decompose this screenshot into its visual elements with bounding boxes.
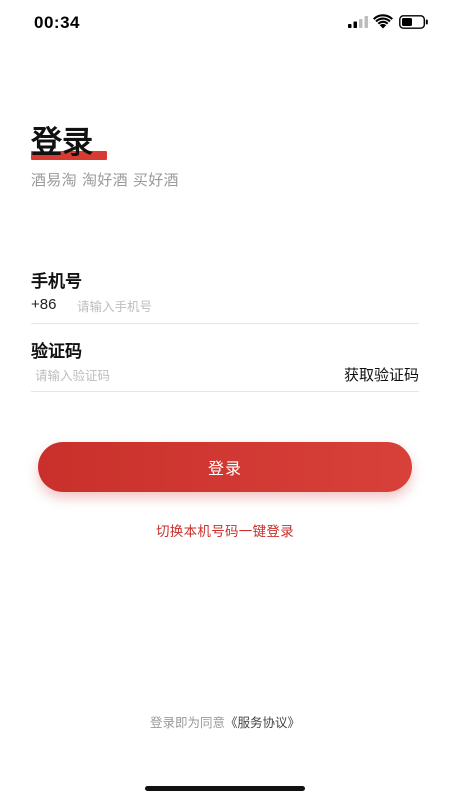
one-click-login-link[interactable]: 切换本机号码一键登录 bbox=[0, 520, 450, 540]
get-code-button[interactable]: 获取验证码 bbox=[344, 364, 419, 385]
wifi-icon bbox=[373, 14, 393, 29]
title-wrap: 登录 bbox=[31, 124, 93, 162]
agreement-prefix: 登录即为同意 bbox=[149, 715, 225, 730]
signal-icon bbox=[348, 16, 368, 28]
code-input[interactable] bbox=[35, 363, 295, 387]
code-row: 获取验证码 bbox=[31, 360, 419, 392]
battery-icon bbox=[399, 15, 428, 29]
home-indicator[interactable] bbox=[145, 786, 305, 791]
status-bar: 00:34 bbox=[0, 0, 450, 46]
phone-row: +86 bbox=[31, 292, 419, 324]
page-title: 登录 bbox=[31, 125, 93, 161]
phone-label: 手机号 bbox=[31, 272, 82, 292]
phone-input[interactable] bbox=[77, 294, 377, 318]
status-time: 00:34 bbox=[34, 13, 80, 32]
service-agreement-link[interactable]: 《服务协议》 bbox=[225, 715, 300, 730]
login-button[interactable]: 登录 bbox=[38, 442, 412, 492]
country-code[interactable]: +86 bbox=[31, 296, 56, 313]
page-subtitle: 酒易淘 淘好酒 买好酒 bbox=[31, 171, 179, 189]
code-label: 验证码 bbox=[31, 342, 82, 362]
agreement-text: 登录即为同意《服务协议》 bbox=[0, 712, 450, 731]
